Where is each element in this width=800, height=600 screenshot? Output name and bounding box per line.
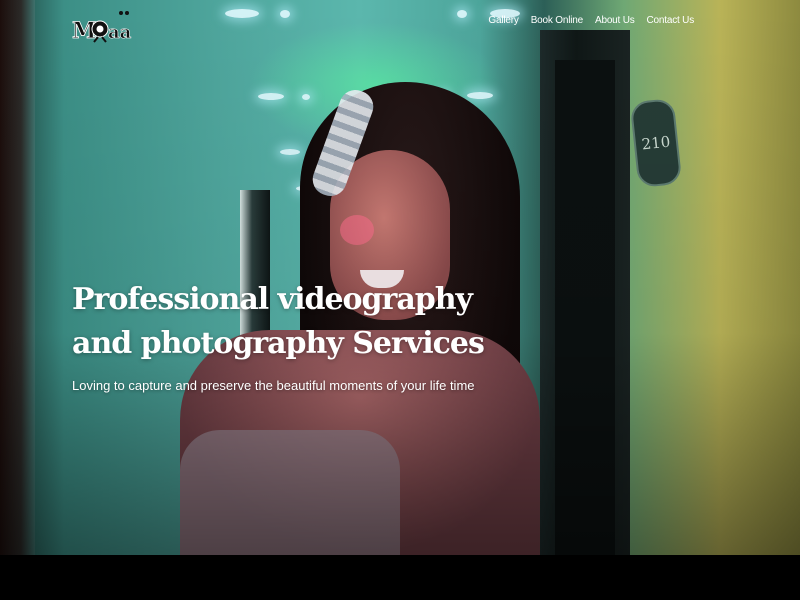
nav-contact-us-link[interactable]: Contact Us <box>647 15 695 26</box>
nav-book-online-link[interactable]: Book Online <box>531 15 583 26</box>
camera-logo-icon: M aa <box>72 11 132 44</box>
nav-about-us-link[interactable]: About Us <box>595 15 635 26</box>
nav-gallery-link[interactable]: Gallery <box>488 15 518 26</box>
brand-logo[interactable]: M aa <box>72 8 142 44</box>
hero-subtitle: Loving to capture and preserve the beaut… <box>72 378 475 393</box>
main-navigation: Gallery Book Online About Us Contact Us <box>488 15 694 26</box>
hero-headline-line2: and photography Services <box>72 326 485 361</box>
hero-headline: Professional videography and photography… <box>72 278 492 366</box>
svg-text:aa: aa <box>108 22 132 43</box>
page-bottom-bar <box>0 555 800 600</box>
hero-headline-line1: Professional videography <box>72 282 473 317</box>
